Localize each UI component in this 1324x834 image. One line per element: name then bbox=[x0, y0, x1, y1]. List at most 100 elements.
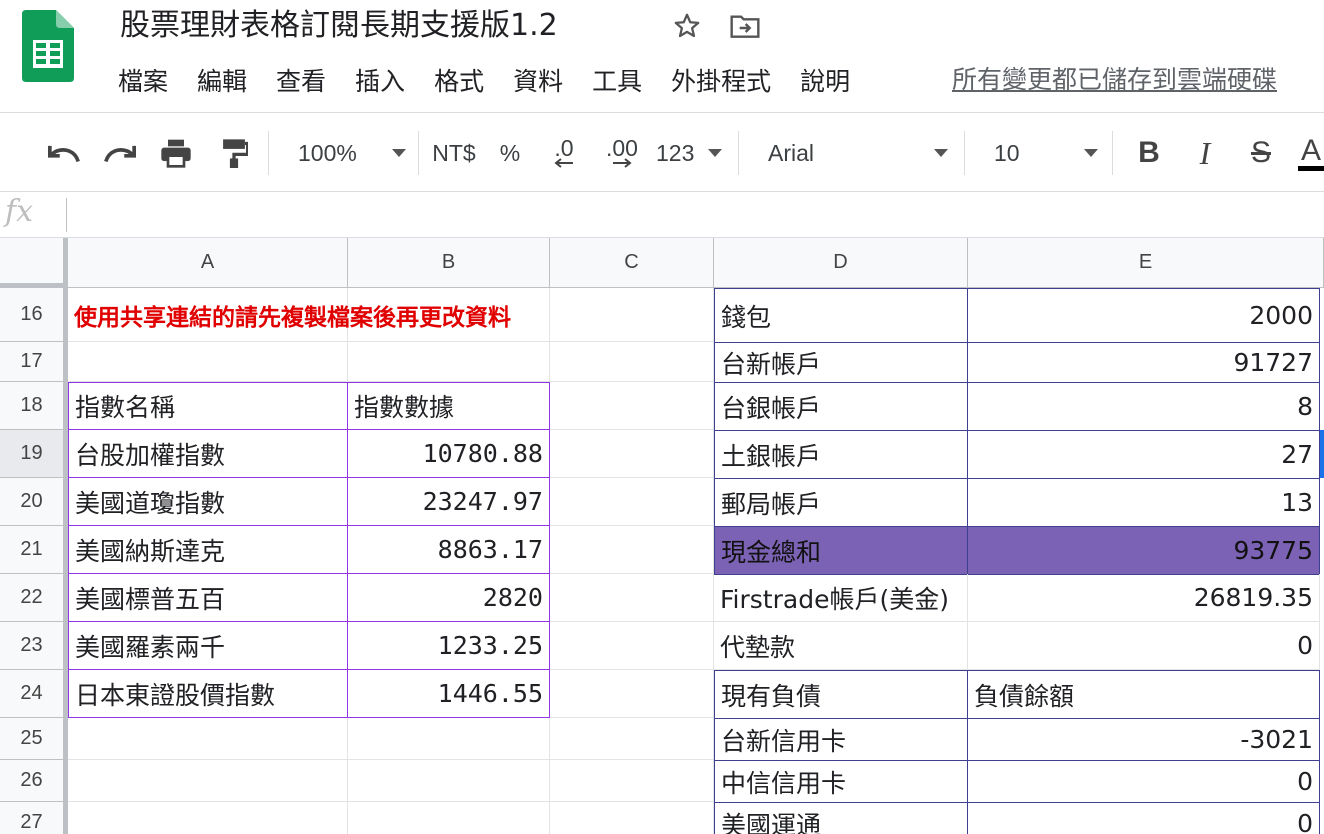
account-name-cell[interactable]: 錢包 bbox=[714, 288, 968, 343]
star-icon[interactable] bbox=[670, 8, 704, 44]
undo-icon[interactable] bbox=[44, 133, 84, 173]
save-status-link[interactable]: 所有變更都已儲存到雲端硬碟 bbox=[952, 64, 1277, 96]
cell-c23[interactable] bbox=[550, 622, 714, 670]
cell-c17[interactable] bbox=[550, 342, 714, 382]
row-header-21[interactable]: 21 bbox=[0, 526, 68, 574]
account-name-cell[interactable]: 台銀帳戶 bbox=[714, 382, 968, 431]
cell-c25[interactable] bbox=[550, 718, 714, 760]
liability-header-balance[interactable]: 負債餘額 bbox=[967, 670, 1320, 719]
menu-addons[interactable]: 外掛程式 bbox=[671, 64, 771, 100]
move-to-folder-icon[interactable] bbox=[728, 8, 762, 44]
column-header-d[interactable]: D bbox=[714, 238, 968, 288]
menu-data[interactable]: 資料 bbox=[513, 64, 563, 100]
zoom-select[interactable]: 100% bbox=[298, 133, 406, 173]
document-title[interactable]: 股票理財表格訂閱長期支援版1.2 bbox=[120, 6, 558, 46]
index-value-cell[interactable]: 23247.97 bbox=[347, 477, 550, 526]
share-notice[interactable]: 使用共享連結的請先複製檔案後再更改資料 bbox=[68, 288, 714, 342]
cell-b17[interactable] bbox=[348, 342, 550, 382]
account-name-cell[interactable]: Firstrade帳戶(美金) bbox=[714, 574, 968, 622]
column-header-a[interactable]: A bbox=[68, 238, 348, 288]
index-name-cell[interactable]: 美國納斯達克 bbox=[68, 525, 348, 574]
strikethrough-button[interactable]: S bbox=[1244, 133, 1278, 173]
index-name-cell[interactable]: 美國道瓊指數 bbox=[68, 477, 348, 526]
account-value-cell[interactable]: 2000 bbox=[967, 288, 1320, 343]
italic-button[interactable]: I bbox=[1188, 133, 1222, 173]
cell-c18[interactable] bbox=[550, 382, 714, 430]
liability-name-cell[interactable]: 美國運通 bbox=[714, 802, 968, 834]
account-value-cell[interactable]: 91727 bbox=[967, 342, 1320, 383]
row-header-16[interactable]: 16 bbox=[0, 288, 68, 342]
cell-b25[interactable] bbox=[348, 718, 550, 760]
row-header-19[interactable]: 19 bbox=[0, 430, 68, 478]
cell-c24[interactable] bbox=[550, 670, 714, 718]
font-size-select[interactable]: 10 bbox=[994, 133, 1098, 173]
index-name-cell[interactable]: 台股加權指數 bbox=[68, 429, 348, 478]
account-name-cell[interactable]: 郵局帳戶 bbox=[714, 478, 968, 527]
account-name-cell[interactable]: 台新帳戶 bbox=[714, 342, 968, 383]
row-header-23[interactable]: 23 bbox=[0, 622, 68, 670]
index-value-cell[interactable]: 1446.55 bbox=[347, 669, 550, 718]
format-currency-button[interactable]: NT$ bbox=[428, 133, 480, 173]
liability-name-cell[interactable]: 中信信用卡 bbox=[714, 760, 968, 803]
account-value-cell[interactable]: 8 bbox=[967, 382, 1320, 431]
cash-total-value[interactable]: 93775 bbox=[967, 526, 1320, 575]
liability-header-label[interactable]: 現有負債 bbox=[714, 670, 968, 719]
sheets-logo-icon[interactable] bbox=[22, 10, 74, 82]
menu-file[interactable]: 檔案 bbox=[118, 64, 168, 100]
more-formats-select[interactable]: 123 bbox=[656, 133, 722, 173]
menu-insert[interactable]: 插入 bbox=[355, 64, 405, 100]
menu-format[interactable]: 格式 bbox=[434, 64, 484, 100]
index-header-value[interactable]: 指數數據 bbox=[347, 382, 550, 430]
account-name-cell[interactable]: 土銀帳戶 bbox=[714, 430, 968, 479]
cell-c19[interactable] bbox=[550, 430, 714, 478]
cell-a25[interactable] bbox=[68, 718, 348, 760]
font-family-select[interactable]: Arial bbox=[768, 133, 948, 173]
index-value-cell[interactable]: 8863.17 bbox=[347, 525, 550, 574]
increase-decimal-button[interactable]: .00 bbox=[600, 133, 644, 173]
column-header-b[interactable]: B bbox=[348, 238, 550, 288]
index-name-cell[interactable]: 美國羅素兩千 bbox=[68, 621, 348, 670]
row-header-27[interactable]: 27 bbox=[0, 802, 68, 834]
text-color-button[interactable]: A bbox=[1298, 133, 1324, 173]
format-percent-button[interactable]: % bbox=[496, 133, 524, 173]
index-value-cell[interactable]: 1233.25 bbox=[347, 621, 550, 670]
menu-edit[interactable]: 編輯 bbox=[197, 64, 247, 100]
row-header-20[interactable]: 20 bbox=[0, 478, 68, 526]
menu-help[interactable]: 說明 bbox=[800, 64, 850, 100]
liability-name-cell[interactable]: 台新信用卡 bbox=[714, 718, 968, 761]
row-header-17[interactable]: 17 bbox=[0, 342, 68, 382]
decrease-decimal-button[interactable]: .0 bbox=[544, 133, 584, 173]
cell-c27[interactable] bbox=[550, 802, 714, 834]
cell-c21[interactable] bbox=[550, 526, 714, 574]
account-name-cell[interactable]: 代墊款 bbox=[714, 622, 968, 670]
cell-a27[interactable] bbox=[68, 802, 348, 834]
cell-b27[interactable] bbox=[348, 802, 550, 834]
print-icon[interactable] bbox=[156, 133, 196, 173]
cash-total-label[interactable]: 現金總和 bbox=[714, 526, 968, 575]
account-value-cell[interactable]: 27 bbox=[967, 430, 1320, 479]
cell-c26[interactable] bbox=[550, 760, 714, 802]
cell-c22[interactable] bbox=[550, 574, 714, 622]
cell-a17[interactable] bbox=[68, 342, 348, 382]
liability-value-cell[interactable]: -3021 bbox=[967, 718, 1320, 761]
redo-icon[interactable] bbox=[100, 133, 140, 173]
account-value-cell[interactable]: 26819.35 bbox=[968, 574, 1320, 622]
column-header-e[interactable]: E bbox=[968, 238, 1324, 288]
menu-view[interactable]: 查看 bbox=[276, 64, 326, 100]
cell-c20[interactable] bbox=[550, 478, 714, 526]
index-header-name[interactable]: 指數名稱 bbox=[68, 382, 348, 430]
row-header-24[interactable]: 24 bbox=[0, 670, 68, 718]
account-value-cell[interactable]: 0 bbox=[968, 622, 1320, 670]
row-header-26[interactable]: 26 bbox=[0, 760, 68, 802]
paint-format-icon[interactable] bbox=[214, 133, 254, 173]
row-header-18[interactable]: 18 bbox=[0, 382, 68, 430]
cell-b26[interactable] bbox=[348, 760, 550, 802]
liability-value-cell[interactable]: 0 bbox=[967, 802, 1320, 834]
select-all-corner[interactable] bbox=[0, 238, 68, 288]
index-value-cell[interactable]: 2820 bbox=[347, 573, 550, 622]
liability-value-cell[interactable]: 0 bbox=[967, 760, 1320, 803]
index-name-cell[interactable]: 美國標普五百 bbox=[68, 573, 348, 622]
account-value-cell[interactable]: 13 bbox=[967, 478, 1320, 527]
row-header-22[interactable]: 22 bbox=[0, 574, 68, 622]
cell-a26[interactable] bbox=[68, 760, 348, 802]
